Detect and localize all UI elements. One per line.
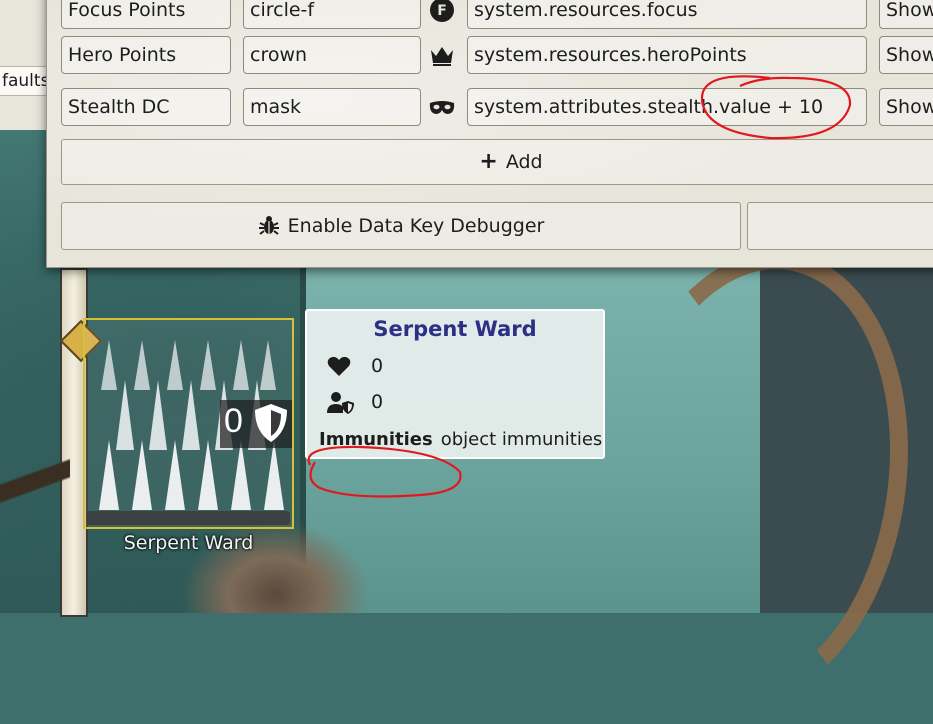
immunities-value: object immunities [440, 429, 603, 450]
circle-f-icon: F [430, 0, 454, 22]
resource-path-field[interactable]: system.resources.heroPoints [467, 36, 867, 74]
enable-debugger-button[interactable]: Enable Data Key Debugger [61, 202, 741, 250]
resource-path-field[interactable]: system.resources.focus [467, 0, 867, 29]
tooltip-title: Serpent Ward [373, 317, 537, 341]
immunities-label: Immunities [319, 429, 433, 450]
token-count: 0 [224, 402, 243, 440]
user-shield-icon [327, 392, 354, 414]
token-tooltip: Serpent Ward 0 0 Immunities object immuni… [305, 309, 605, 459]
resource-icon-field[interactable]: crown [243, 36, 421, 74]
resource-show-select[interactable]: Show [879, 0, 933, 29]
resource-icon-field[interactable]: mask [243, 88, 421, 126]
mask-icon [429, 101, 455, 114]
add-resource-button[interactable]: + Add [61, 139, 933, 185]
token-resource-bar [87, 511, 290, 525]
secondary-button[interactable] [747, 202, 933, 250]
heart-icon [327, 356, 351, 376]
resource-settings-panel: Focus Points circle-f F system.resources… [46, 0, 933, 268]
resource-show-select[interactable]: Show [879, 88, 933, 126]
resource-path-field[interactable]: system.attributes.stealth.value + 10 [467, 88, 867, 126]
resource-show-select[interactable]: Show [879, 36, 933, 74]
token-ac-badge: 0 [220, 400, 292, 448]
tooltip-ac-value: 0 [371, 391, 384, 413]
debug-button-label: Enable Data Key Debugger [287, 215, 545, 237]
crown-icon [431, 47, 453, 66]
shield-icon [255, 404, 287, 442]
resource-name-field[interactable]: Stealth DC [61, 88, 231, 126]
resource-name-field[interactable]: Focus Points [61, 0, 231, 29]
tooltip-hp-value: 0 [371, 355, 384, 377]
serpent-ward-token[interactable]: 0 [83, 318, 294, 529]
resource-icon-field[interactable]: circle-f [243, 0, 421, 29]
add-button-label: Add [505, 151, 543, 173]
background-window-edge [0, 0, 49, 130]
plus-icon: + [479, 149, 498, 174]
map-branch [0, 380, 70, 613]
tooltip-immunities: Immunities object immunities [319, 429, 602, 450]
token-nameplate: Serpent Ward [123, 532, 254, 554]
svg-text:F: F [437, 3, 447, 19]
resource-name-field[interactable]: Hero Points [61, 36, 231, 74]
bug-icon [258, 216, 279, 235]
